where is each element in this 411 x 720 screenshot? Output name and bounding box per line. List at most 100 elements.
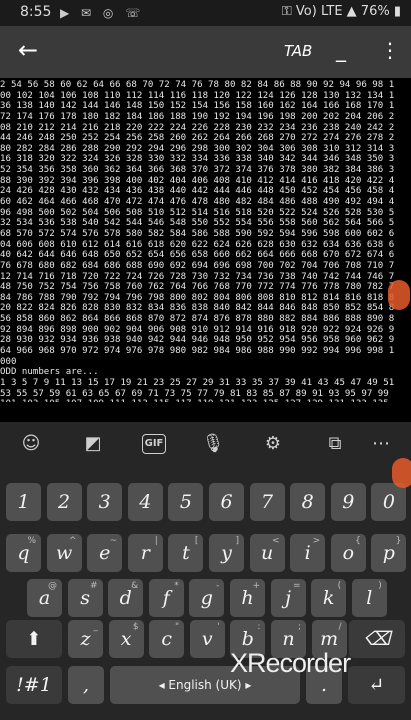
key-label: 7 (261, 491, 274, 513)
key-label: l (366, 587, 373, 609)
key-letter[interactable]: o{ (330, 534, 366, 572)
key-number[interactable]: 2 (46, 483, 82, 521)
terminal-line: 08 210 212 214 216 218 220 222 224 226 2… (0, 122, 395, 133)
key-hint: ~ (109, 536, 118, 546)
terminal-line: 76 678 680 682 684 686 688 690 692 694 6… (0, 260, 395, 271)
key-letter[interactable]: d & (108, 579, 144, 617)
key-number[interactable]: 9 (330, 483, 366, 521)
key-label: n (282, 628, 295, 650)
terminal-line: 96 498 500 502 504 506 508 510 512 514 5… (0, 207, 395, 218)
key-letter[interactable]: j = (270, 579, 306, 617)
key-label: 3 (98, 491, 111, 513)
gear-icon[interactable]: ⚙ (256, 430, 290, 458)
key-label: b (241, 628, 254, 650)
terminal-line: 72 174 176 178 180 182 184 186 188 190 1… (0, 111, 395, 122)
sticker-icon[interactable]: ◩ (76, 430, 110, 458)
terminal-line: 000 (0, 356, 17, 367)
terminal-output[interactable]: 2 54 56 58 60 62 64 66 68 70 72 74 76 78… (0, 80, 411, 402)
key-number[interactable]: 5 (168, 483, 204, 521)
key-letter[interactable]: t[ (168, 534, 204, 572)
key-number[interactable]: 1 (6, 483, 41, 521)
notification-icons: ▶ ✉ ◎ ☏ (60, 6, 145, 20)
key-label: k (322, 587, 335, 609)
microphone-icon[interactable]: 🎙 (196, 430, 230, 458)
more-icon[interactable]: ⋯ (364, 430, 398, 458)
key-letter[interactable]: x $ (108, 620, 144, 658)
key-letter[interactable]: z _ (68, 620, 103, 658)
key-letter[interactable]: v ' (189, 620, 225, 658)
text-selection-handle[interactable] (388, 280, 410, 310)
key-number[interactable]: 8 (290, 483, 326, 521)
key-label: j (285, 587, 292, 609)
terminal-line: 44 246 248 250 252 254 256 258 260 262 2… (0, 133, 395, 144)
text-selection-handle-lower[interactable] (392, 458, 411, 488)
terminal-line: 68 570 572 574 576 578 580 582 584 586 5… (0, 228, 395, 239)
key-letter[interactable]: q% (6, 534, 41, 572)
backspace-key[interactable]: ⌫ (349, 620, 405, 658)
underscore-key-button[interactable]: _ (336, 38, 346, 62)
key-hint: ] (235, 536, 239, 546)
key-label: ⌫ (363, 628, 391, 650)
key-letter[interactable]: f * (148, 579, 184, 617)
shift-key[interactable]: ⬆ (6, 620, 62, 658)
key-hint: + (252, 581, 260, 591)
terminal-line: 64 966 968 970 972 974 976 978 980 982 9… (0, 346, 395, 357)
key-letter[interactable]: a @ (27, 579, 62, 617)
comma-key[interactable]: , (68, 666, 104, 704)
key-letter[interactable]: i > (290, 534, 326, 572)
key-letter[interactable]: y] (209, 534, 244, 572)
keyboard-toolbar: ☺ ◩ GIF 🎙 ⚙ ⧉ ⋯ (0, 422, 411, 466)
enter-key[interactable]: ↵ (348, 666, 405, 704)
key-letter[interactable]: k( (311, 579, 347, 617)
key-letter[interactable]: c " (149, 620, 185, 658)
symbols-key[interactable]: !#1 (6, 666, 62, 704)
terminal-line: 12 714 716 718 720 722 724 726 728 730 7… (0, 271, 395, 282)
key-number[interactable]: 0 (371, 483, 407, 521)
terminal-line: 53 55 57 59 61 63 65 67 69 71 73 75 77 7… (0, 388, 389, 399)
watermark-logo: XRecorder (230, 648, 351, 678)
gif-button[interactable]: GIF (142, 434, 166, 454)
key-letter[interactable]: s # (67, 579, 103, 617)
key-label: 0 (382, 491, 395, 513)
terminal-line: 92 894 896 898 900 902 904 906 908 910 9… (0, 324, 395, 335)
overflow-menu-icon[interactable]: ⋮ (380, 38, 400, 62)
emoji-icon[interactable]: ☺ (14, 430, 48, 458)
terminal-line: 24 426 428 430 432 434 436 438 440 442 4… (0, 186, 395, 197)
key-letter[interactable]: p} (371, 534, 407, 572)
terminal-line: 56 858 860 862 864 866 868 870 872 874 8… (0, 314, 395, 325)
key-letter[interactable]: r | (127, 534, 163, 572)
translate-icon[interactable]: ⧉ (318, 430, 352, 458)
key-hint: ( (337, 581, 342, 591)
key-hint: # (90, 581, 98, 591)
key-hint: * (174, 581, 179, 591)
key-label: ⬆ (26, 628, 42, 650)
terminal-line: 32 534 536 538 540 542 544 546 548 550 5… (0, 218, 395, 229)
key-letter[interactable]: h + (230, 579, 265, 617)
key-label: z (80, 628, 91, 650)
key-letter[interactable]: w ^ (46, 534, 82, 572)
key-label: r (140, 542, 150, 564)
key-letter[interactable]: u < (249, 534, 285, 572)
app-bar: ← TAB _ ⋮ (0, 26, 411, 78)
key-letter[interactable]: g- (189, 579, 225, 617)
key-letter[interactable]: e ~ (87, 534, 123, 572)
key-hint: ' (217, 622, 220, 632)
key-number[interactable]: 4 (127, 483, 163, 521)
key-number[interactable]: 6 (209, 483, 244, 521)
key-label: y (221, 542, 232, 564)
key-hint: ; (297, 622, 301, 632)
key-number[interactable]: 7 (249, 483, 285, 521)
terminal-spacer (0, 402, 411, 422)
key-label: 5 (179, 491, 192, 513)
key-label: d (119, 587, 132, 609)
key-label: 1 (17, 491, 30, 513)
tab-key-button[interactable]: TAB (284, 42, 312, 60)
terminal-line: 40 642 644 646 648 650 652 654 656 658 6… (0, 250, 395, 261)
back-arrow-icon[interactable]: ← (18, 36, 38, 64)
key-hint: / (338, 622, 342, 632)
key-label: o (342, 542, 355, 564)
key-letter[interactable]: l) (351, 579, 387, 617)
key-label: c (161, 628, 173, 650)
key-hint: ) (378, 581, 382, 591)
key-number[interactable]: 3 (87, 483, 123, 521)
